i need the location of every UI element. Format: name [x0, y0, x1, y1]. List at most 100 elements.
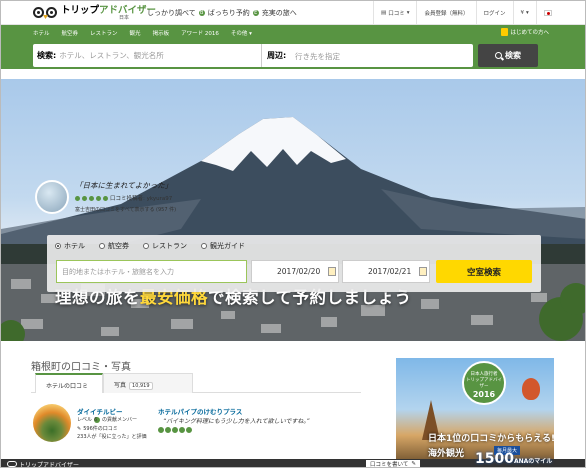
radio-icon: [99, 243, 105, 249]
vacancy-search-button[interactable]: 空室検索: [436, 260, 532, 283]
search-button[interactable]: 検索: [478, 44, 538, 67]
nav-item-awards[interactable]: アワード 2016: [181, 29, 219, 37]
currency-selector[interactable]: ¥ ▾: [514, 1, 536, 25]
search-button-label: 検索: [505, 51, 521, 60]
badge-top: 日本人旅行者: [470, 372, 498, 377]
checkin-date-value: 2017/02/20: [277, 267, 321, 276]
rating-bubble-icon: [82, 195, 87, 201]
rating-bubble-icon: [75, 195, 80, 201]
rating-bubble-icon: [103, 195, 108, 201]
tagline-b: ばっちり予約: [207, 9, 250, 17]
near-input[interactable]: 行き先を指定: [295, 51, 340, 62]
main-nav: ホテル 航空券 レストラン 観光 掲示板 アワード 2016 その他 ▾ はじめ…: [1, 25, 585, 41]
owl-logo-icon: [7, 461, 17, 467]
checkin-date[interactable]: 2017/02/20: [251, 260, 339, 283]
rating-bubble-icon: [165, 427, 171, 433]
rating-bubble-icon: [89, 195, 94, 201]
reviewer-badge-label: の貢献メンバー: [102, 417, 138, 423]
radio-selected-icon: [55, 243, 61, 249]
language-selector[interactable]: [537, 1, 559, 25]
radio-guides-label: 観光ガイド: [210, 242, 245, 250]
search-icon: [495, 52, 502, 59]
tagline: しっかり調べて B ばっちり予約 E 充実の旅へ: [147, 8, 297, 18]
top-header: トリップアドバイザー 日本 しっかり調べて B ばっちり予約 E 充実の旅へ ▤…: [1, 1, 585, 25]
search-input[interactable]: ホテル、レストラン、観光名所: [59, 50, 164, 61]
tab-photos[interactable]: 写真 10,919: [103, 373, 193, 393]
radio-flights[interactable]: 航空券: [99, 241, 129, 251]
nav-item-flights[interactable]: 航空券: [62, 29, 79, 37]
reviewer-name[interactable]: ダイイチルビー: [77, 406, 123, 416]
tagline-dot-icon: E: [252, 10, 259, 16]
review-quote[interactable]: “バイキング料理にもう少し力を入れて欲しいですね。”: [163, 416, 310, 425]
logo-text: トリップアドバイザー: [61, 5, 156, 17]
featured-quote[interactable]: 「日本に生まれてよかった」 口コミ投稿者: ykyura97 富士吉田の口コミを…: [35, 180, 225, 224]
beginner-icon: [501, 28, 509, 36]
checkout-date-value: 2017/02/21: [368, 267, 412, 276]
badge-brand: トリップアドバイザー: [466, 378, 502, 389]
radio-restaurants-label: レストラン: [152, 242, 187, 250]
beginner-guide-link[interactable]: はじめての方へ: [501, 28, 549, 36]
nav-item-more[interactable]: その他 ▾: [231, 29, 252, 37]
reviewer-avatar[interactable]: [33, 404, 71, 442]
radio-guides[interactable]: 観光ガイド: [201, 241, 245, 251]
promo-banner[interactable]: 日本人旅行者 トリップアドバイザー 2016 日本1位の口コミからもらえる! 海外観…: [396, 358, 554, 461]
review-card: ダイイチルビー レベル 6 の貢献メンバー ✎ 596件の口コミ 233人が「役に立っ…: [33, 404, 373, 454]
search-label: 検索:: [37, 51, 57, 60]
radio-hotel[interactable]: ホテル: [55, 241, 85, 251]
rating-bubble-icon: [179, 427, 185, 433]
rating-bubble-icon: [186, 427, 192, 433]
site-logo[interactable]: トリップアドバイザー: [33, 5, 156, 21]
reviews-link[interactable]: ▤ 口コミ ▾: [374, 1, 416, 25]
badge-year: 2016: [472, 390, 496, 399]
login-link[interactable]: ログイン: [477, 1, 513, 25]
quote-text: 「日本に生まれてよかった」: [75, 181, 173, 190]
tagline-c: 充実の旅へ: [261, 9, 297, 17]
calendar-icon: [419, 267, 427, 276]
nav-item-forum[interactable]: 掲示板: [153, 29, 170, 37]
radio-icon: [143, 243, 149, 249]
quote-user: 口コミ投稿者: ykyura97: [110, 196, 173, 202]
review-count: ✎ 596件の口コミ: [77, 425, 118, 433]
level-badge-icon: 6: [94, 416, 101, 423]
footer-brand-label: トリップアドバイザー: [19, 461, 80, 468]
place-name[interactable]: ホテルパイプのけむりプラス: [158, 406, 242, 416]
hero-banner: 「日本に生まれてよかった」 口コミ投稿者: ykyura97 富士吉田の口コミを…: [1, 79, 585, 341]
owl-logo-icon: [33, 7, 59, 19]
miles-unit: ANAのマイル: [513, 458, 553, 465]
tagline-a: しっかり調べて: [147, 9, 196, 17]
nav-item-restaurants[interactable]: レストラン: [90, 29, 118, 37]
photo-count: 10,919: [129, 382, 153, 390]
review-tabs: ホテルの口コミ 写真 10,919: [31, 373, 361, 393]
footer-brand[interactable]: トリップアドバイザー: [7, 460, 80, 468]
radio-restaurants[interactable]: レストラン: [143, 241, 187, 251]
helpful-count: 233人が「役に立った」と評価: [77, 434, 147, 440]
pencil-icon: ✎: [411, 461, 416, 467]
quote-user-line: 口コミ投稿者: ykyura97: [75, 194, 176, 202]
radio-hotel-label: ホテル: [64, 242, 85, 250]
pencil-icon: ▤: [381, 10, 387, 16]
search-box: 検索: ホテル、レストラン、観光名所 周辺: 行き先を指定: [33, 44, 473, 67]
signup-link[interactable]: 会員登録（無料）: [417, 1, 475, 25]
checkout-date[interactable]: 2017/02/21: [342, 260, 430, 283]
quote-source-link[interactable]: 富士吉田の口コミをすべて表示する (957 件): [75, 206, 176, 213]
nav-item-attractions[interactable]: 観光: [130, 29, 141, 37]
radio-flights-label: 航空券: [108, 242, 129, 250]
write-review-button[interactable]: 口コミを書いて ✎: [366, 460, 420, 467]
section-title: 箱根町の口コミ・写真: [31, 362, 131, 373]
tab-hotel-reviews[interactable]: ホテルの口コミ: [35, 373, 103, 393]
rating-bubble-icon: [96, 195, 101, 201]
reviewer-level: レベル 6 の貢献メンバー: [77, 416, 137, 423]
currency-label: ¥: [520, 10, 525, 16]
chevron-down-icon: ▾: [526, 10, 529, 16]
footer-bar: トリップアドバイザー 口コミを書いて ✎ 1500ANAのマイル: [1, 451, 585, 468]
nav-item-hotels[interactable]: ホテル: [33, 29, 50, 37]
booking-panel: ホテル 航空券 レストラン 観光ガイド 目的地またはホテル・旅館名を入力 201…: [47, 235, 541, 292]
search-bar: 検索: ホテル、レストラン、観光名所 周辺: 行き先を指定 検索: [1, 41, 585, 69]
tab-photos-label: 写真: [114, 382, 127, 389]
balloon-image: [522, 378, 540, 400]
destination-input[interactable]: 目的地またはホテル・旅館名を入力: [56, 260, 247, 283]
reviewer-level-label: レベル: [77, 417, 93, 423]
pencil-icon: ✎: [77, 425, 82, 432]
reviewer-avatar: [35, 180, 69, 214]
beginner-label: はじめての方へ: [510, 30, 549, 36]
